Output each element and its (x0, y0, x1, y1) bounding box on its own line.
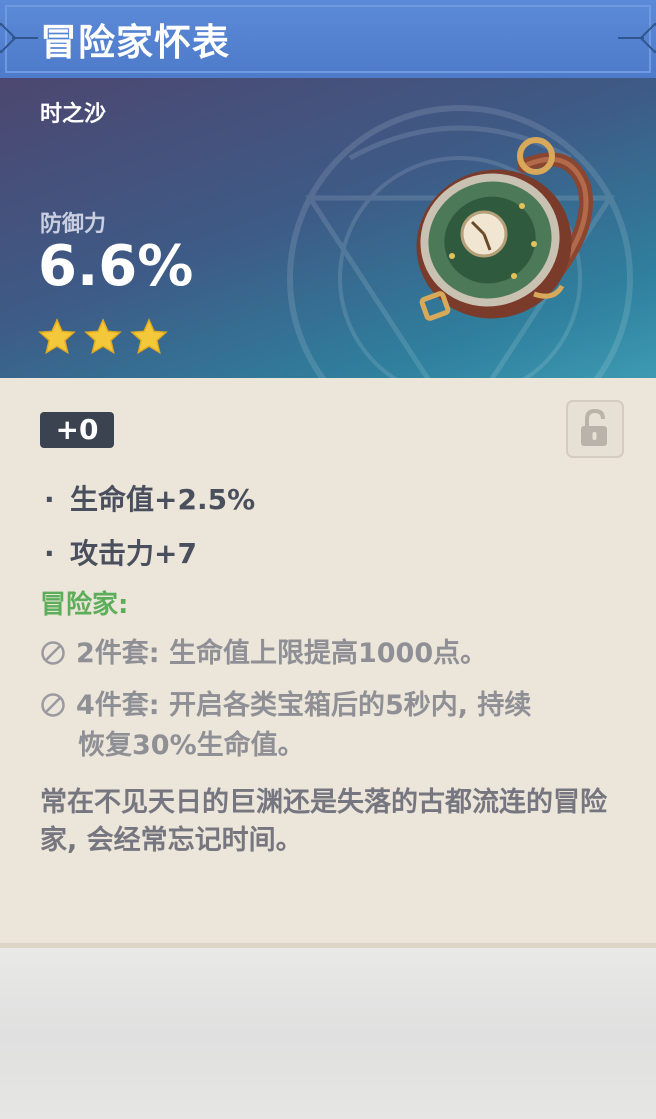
star-icon (130, 318, 168, 355)
substat-bullet: · (44, 483, 55, 516)
set-name: 冒险家: (40, 590, 129, 620)
lock-button[interactable] (566, 400, 624, 458)
artifact-details: +0 · 生命值+2.5% · 攻击力+7 冒险家: 2件套: 生命值上限提高100… (0, 378, 656, 948)
unlocked-padlock-icon (581, 408, 607, 446)
main-stat-value: 6.6% (38, 234, 194, 299)
substat-bullet: · (44, 537, 55, 570)
substat-row: · 攻击力+7 (44, 532, 197, 572)
background-backdrop (0, 948, 656, 1119)
set-effect-4pc: 4件套: 开启各类宝箱后的5秒内, 持续 恢复30%生命值。 (40, 686, 630, 766)
artifact-title: 冒险家怀表 (40, 21, 230, 64)
set-effect-text: 4件套: 开启各类宝箱后的5秒内, 持续 (76, 690, 532, 721)
star-icon (38, 318, 76, 355)
set-effect-2pc: 2件套: 生命值上限提高1000点。 (40, 634, 630, 674)
level-badge: +0 (40, 412, 114, 448)
title-bar: 冒险家怀表 (0, 0, 656, 78)
substat-text: 生命值+2.5% (70, 483, 256, 516)
pocket-watch-icon (416, 137, 593, 321)
substat-row: · 生命值+2.5% (44, 478, 255, 518)
artifact-card: 冒险家怀表 时之沙 防御力 6.6% +0 · 生命值+2.5% · 攻击力+7… (0, 0, 656, 948)
artifact-hero: 时之沙 防御力 6.6% (0, 78, 656, 378)
set-effect-text-continued: 恢复30%生命值。 (78, 730, 305, 761)
rarity-stars (38, 318, 168, 356)
title-ornament-line-left (12, 37, 38, 39)
artifact-description: 常在不见天日的巨渊还是失落的古都流连的冒险家, 会经常忘记时间。 (40, 787, 607, 856)
artifact-slot-type: 时之沙 (40, 102, 107, 127)
title-ornament-line-right (618, 37, 644, 39)
prohibited-circle-icon (41, 693, 65, 717)
set-effect-text: 2件套: 生命值上限提高1000点。 (76, 638, 488, 669)
substat-text: 攻击力+7 (70, 537, 197, 570)
prohibited-circle-icon (41, 641, 65, 665)
star-icon (84, 318, 122, 355)
